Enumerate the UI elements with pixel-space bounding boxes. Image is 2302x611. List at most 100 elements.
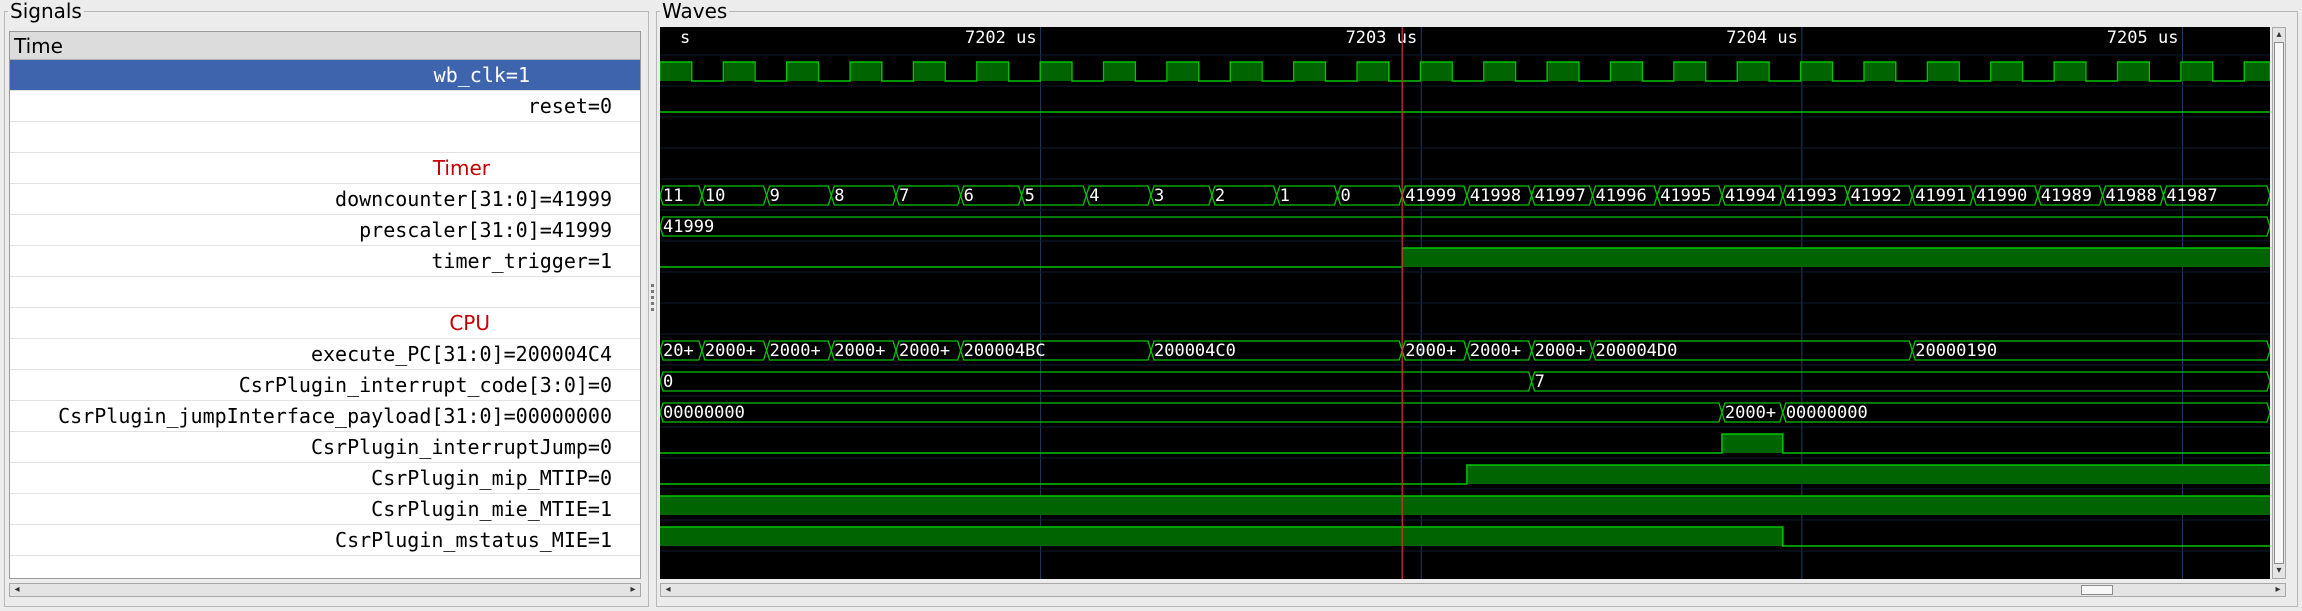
signal-list-header: Time [10,32,640,60]
bus-value-label: 41992 [1851,186,1902,206]
clock-high-pulse [1801,62,1832,81]
clock-high-pulse [1484,62,1515,81]
bus-value-label: 41998 [1470,186,1521,206]
scroll-left-arrow-icon[interactable]: ◂ [11,583,23,597]
bus-value-label: 7 [899,186,909,206]
bus-value-label: 8 [834,186,844,206]
waves-horizontal-scrollbar[interactable]: ◂ ▸ [660,583,2286,597]
signal-group-cpu[interactable]: CPU [10,308,640,339]
signal-row-timer-trigger[interactable]: timer_trigger=1 [10,246,640,277]
bus-value-label: 41987 [2166,186,2217,206]
signal-row-csrplugin-mie-mtie[interactable]: CsrPlugin_mie_MTIE=1 [10,494,640,525]
bit-high-region [660,527,1783,546]
signal-row-prescaler[interactable]: prescaler[31:0]=41999 [10,215,640,246]
bus-segment [1530,371,2270,392]
bus-value-label: 2000+ [1470,341,1521,361]
clock-high-pulse [1865,62,1895,81]
bus-value-label: 200004C0 [1154,341,1236,361]
bus-value-label: 6 [964,186,974,206]
bus-value-label: 0 [1340,186,1350,206]
waves-panel-title: Waves [660,0,730,23]
waveform-canvas[interactable]: s 7202 us 7203 us 7204 us 7205 us11 10 9 8 7 6 5 4 3… [660,27,2270,579]
signal-list[interactable]: Time wb_clk=1 reset=0 Timer downcounter[31:… [9,31,641,579]
waves-scroll-thumb[interactable] [2081,585,2114,595]
signal-row-csrplugin-mip-mtip[interactable]: CsrPlugin_mip_MTIP=0 [10,463,640,494]
clock-high-pulse [851,62,881,81]
bit-high-region [660,496,2270,515]
bus-value-label: 41990 [1976,186,2027,206]
signal-group-timer[interactable]: Timer [10,153,640,184]
bus-value-label: 2000+ [834,341,885,361]
signal-row-csrplugin-interruptjump[interactable]: CsrPlugin_interruptJump=0 [10,432,640,463]
bit-high-region [1466,465,2270,484]
signal-row-execute-pc[interactable]: execute_PC[31:0]=200004C4 [10,339,640,370]
clock-high-pulse [724,62,755,81]
signal-row-blank [10,277,640,308]
clock-high-pulse [1358,62,1388,81]
signals-horizontal-scrollbar[interactable]: ◂ ▸ [9,583,641,597]
clock-waveform [660,61,2270,82]
clock-high-pulse [1167,62,1198,81]
scroll-right-arrow-icon[interactable]: ▸ [2272,583,2284,597]
clock-high-pulse [1991,62,2022,81]
bit-waveform [660,433,2270,454]
bus-value-label: 9 [770,186,780,206]
waves-vertical-scrollbar[interactable]: ▴ ▾ [2272,27,2286,579]
waveform-viewer[interactable]: s 7202 us 7203 us 7204 us 7205 us 11 10 9 8 7 6 5 4 3… [660,27,2270,579]
scroll-right-arrow-icon[interactable]: ▸ [627,583,639,597]
bus-value-label: 41988 [2106,186,2157,206]
signals-panel-title: Signals [8,0,84,23]
scroll-up-arrow-icon[interactable]: ▴ [2273,28,2285,42]
clock-high-pulse [1231,62,1262,81]
scroll-left-arrow-icon[interactable]: ◂ [662,583,674,597]
bus-value-label: 20000190 [1915,341,1997,361]
bus-value-label: 200004D0 [1596,341,1678,361]
clock-high-pulse [2181,62,2212,81]
bus-value-label: 2000+ [899,341,950,361]
clock-high-pulse [1104,62,1135,81]
clock-high-pulse [2118,62,2149,81]
clock-high-pulse [977,62,1008,81]
signal-row-csrplugin-mstatus-mie[interactable]: CsrPlugin_mstatus_MIE=1 [10,525,640,556]
signal-row-wb-clk[interactable]: wb_clk=1 [10,60,640,91]
bus-value-label: 00000000 [663,403,745,423]
bit-high-region [1721,434,1783,453]
bus-value-label: 20+ [663,341,694,361]
bus-value-label: 1 [1280,186,1290,206]
clock-high-pulse [1928,62,1959,81]
bus-value-label: 2000+ [770,341,821,361]
clock-high-pulse [914,62,945,81]
clock-high-pulse [1738,62,1769,81]
bus-value-label: 41999 [1405,186,1456,206]
bus-value-label: 4 [1089,186,1099,206]
bus-value-label: 0 [663,372,673,392]
clock-high-pulse [1421,62,1452,81]
clock-high-pulse [1611,62,1642,81]
bus-value-label: 7 [1535,372,1545,392]
clock-high-pulse [1294,62,1325,81]
bus-value-label: 2 [1215,186,1225,206]
signal-row-csrplugin-interrupt-code[interactable]: CsrPlugin_interrupt_code[3:0]=0 [10,370,640,401]
bus-value-label: 11 [663,186,683,206]
bus-value-label: 41996 [1596,186,1647,206]
scroll-down-arrow-icon[interactable]: ▾ [2273,564,2285,578]
bus-value-label: 10 [705,186,725,206]
bus-value-label: 2000+ [1405,341,1456,361]
bus-value-label: 41989 [2041,186,2092,206]
bus-value-label: 00000000 [1786,403,1868,423]
signal-row-reset[interactable]: reset=0 [10,91,640,122]
bus-value-label: 41994 [1725,186,1776,206]
clock-high-pulse [787,62,818,81]
bus-value-label: 2000+ [705,341,756,361]
bus-value-label: 200004BC [964,341,1046,361]
bus-value-label: 41997 [1535,186,1586,206]
time-label: 7205 us [2107,28,2179,48]
signal-row-blank [10,122,640,153]
waves-vertical-scroll-thumb[interactable] [2274,42,2284,564]
signal-row-csrplugin-jumpinterface-payload[interactable]: CsrPlugin_jumpInterface_payload[31:0]=00… [10,401,640,432]
signal-row-downcounter[interactable]: downcounter[31:0]=41999 [10,184,640,215]
bus-value-label: 41993 [1786,186,1837,206]
time-label: 7204 us [1726,28,1798,48]
clock-high-pulse [1041,62,1071,81]
panel-splitter-handle[interactable] [651,284,654,324]
